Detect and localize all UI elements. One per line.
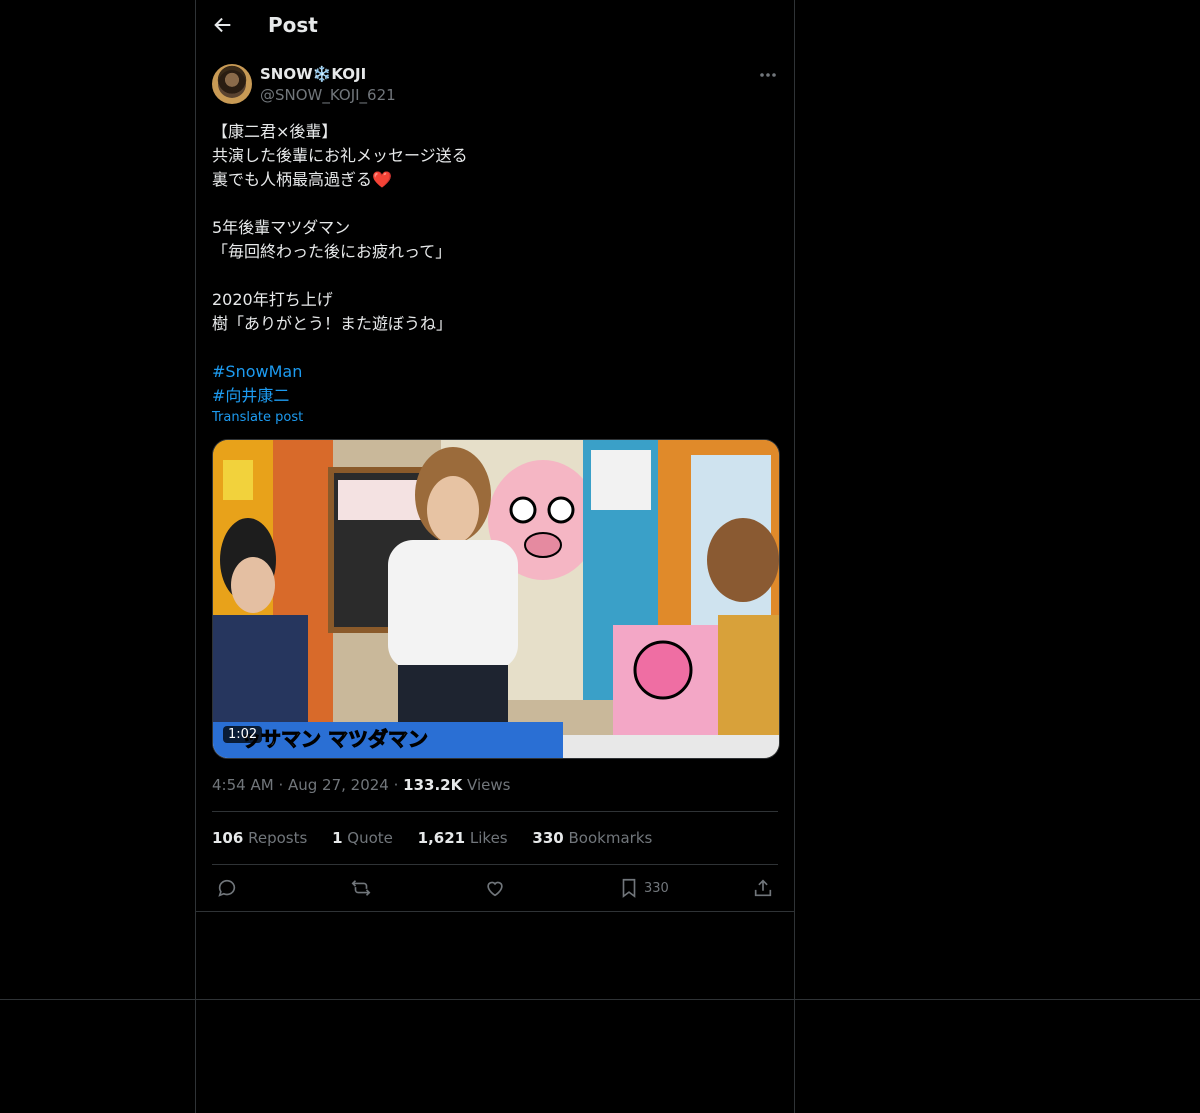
- back-button[interactable]: [212, 14, 234, 38]
- bookmark-button[interactable]: 330: [618, 876, 669, 900]
- tweet-line: [212, 192, 778, 216]
- bookmark-count: 330: [644, 880, 669, 896]
- divider: [196, 911, 794, 912]
- post-time[interactable]: 4:54 AM: [212, 776, 274, 794]
- reply-icon: [218, 879, 236, 897]
- hashtag-link[interactable]: #向井康二: [212, 384, 778, 408]
- divider: [212, 811, 778, 812]
- reposts-label: Reposts: [248, 829, 308, 847]
- tweet-line: 裏でも人柄最高過ぎる❤️: [212, 170, 392, 189]
- tweet-line: 樹「ありがとう！また遊ぼうね」: [212, 314, 453, 333]
- bookmarks-label: Bookmarks: [568, 829, 653, 847]
- hashtag-link[interactable]: #SnowMan: [212, 360, 778, 384]
- repost-button[interactable]: [350, 876, 372, 900]
- like-button[interactable]: [484, 876, 506, 900]
- page-title: Post: [268, 13, 318, 37]
- reposts-stat[interactable]: 106 Reposts: [212, 829, 307, 847]
- quotes-count: 1: [332, 829, 343, 847]
- likes-count: 1,621: [417, 829, 466, 847]
- likes-stat[interactable]: 1,621 Likes: [418, 829, 508, 847]
- tweet-line: 2020年打ち上げ: [212, 290, 333, 309]
- share-button[interactable]: [752, 876, 774, 900]
- back-arrow-icon: [214, 17, 231, 33]
- author-handle[interactable]: @SNOW_KOJI_621: [260, 86, 396, 104]
- share-icon: [754, 879, 772, 897]
- avatar-image: [218, 70, 246, 98]
- quotes-label: Quote: [347, 829, 393, 847]
- reposts-count: 106: [212, 829, 244, 847]
- quotes-stat[interactable]: 1 Quote: [332, 829, 393, 847]
- tweet-line: 【康二君×後輩】: [212, 122, 338, 141]
- tweet-line: 「毎回終わった後にお疲れって」: [212, 242, 452, 261]
- post-date[interactable]: Aug 27, 2024: [288, 776, 389, 794]
- likes-label: Likes: [469, 829, 508, 847]
- repost-icon: [351, 880, 371, 896]
- views-label: Views: [467, 776, 511, 794]
- more-options-button[interactable]: [758, 66, 778, 84]
- video-duration: 1:02: [223, 726, 263, 743]
- views-count: 133.2K: [403, 776, 463, 794]
- post-meta: 4:54 AM · Aug 27, 2024 · 133.2K Views: [212, 776, 510, 794]
- meta-separator: ·: [278, 776, 288, 794]
- bookmarks-stat[interactable]: 330 Bookmarks: [532, 829, 652, 847]
- author-display-name[interactable]: SNOW❄️KOJI: [260, 65, 366, 83]
- bookmarks-count: 330: [532, 829, 564, 847]
- more-dots-icon: [760, 73, 776, 77]
- post-column: Post SNOW❄️KOJI @SNOW_KOJI_621 【康二君×後輩】 …: [195, 0, 795, 1113]
- video-thumbnail: ッサマン マツダマン: [213, 440, 779, 758]
- caption-text: ッサマン マツダマン: [241, 727, 428, 751]
- tweet-line: 共演した後輩にお礼メッセージ送る: [212, 146, 468, 165]
- heart-icon: [487, 881, 503, 897]
- tweet-line: 5年後輩マツダマン: [212, 218, 351, 237]
- video-player[interactable]: ッサマン マツダマン 1:02: [212, 439, 780, 759]
- translate-post-link[interactable]: Translate post: [212, 410, 303, 425]
- tweet-text: 【康二君×後輩】 共演した後輩にお礼メッセージ送る 裏でも人柄最高過ぎる❤️ 5…: [212, 120, 778, 408]
- meta-separator: ·: [393, 776, 404, 794]
- action-bar: 330: [196, 866, 794, 910]
- post-header: Post: [196, 0, 794, 53]
- reply-button[interactable]: [216, 876, 238, 900]
- tweet-line: [212, 264, 778, 288]
- engagement-stats: 106 Reposts 1 Quote 1,621 Likes 330 Book…: [212, 829, 672, 847]
- tweet-line: [212, 336, 778, 360]
- bookmark-icon: [622, 878, 636, 898]
- divider: [212, 864, 778, 865]
- avatar[interactable]: [212, 64, 252, 104]
